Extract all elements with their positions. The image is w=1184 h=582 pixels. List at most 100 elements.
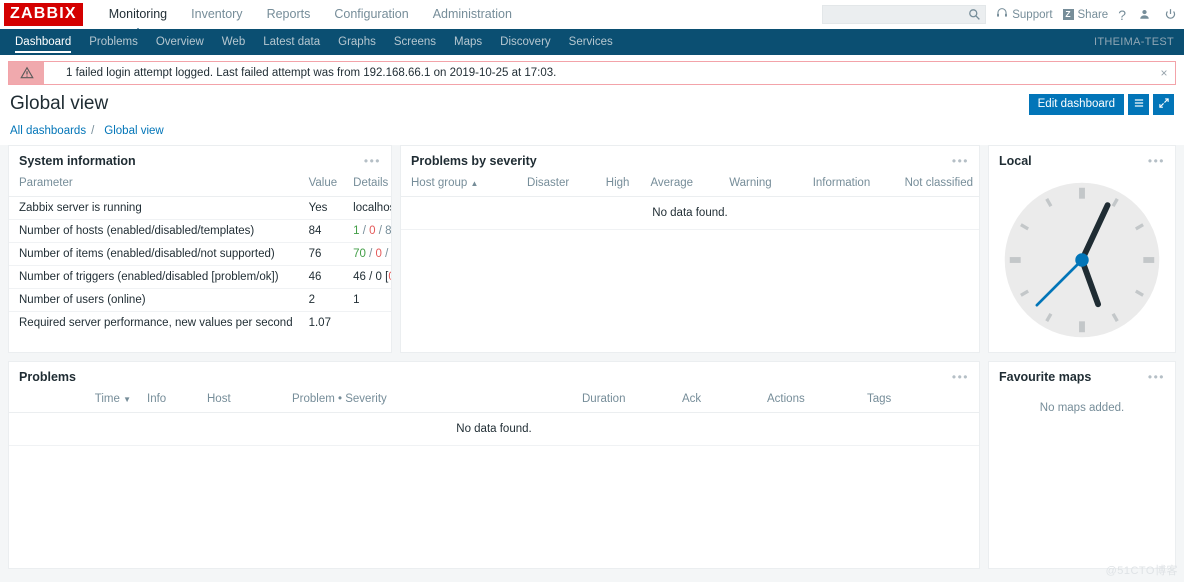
widget-title: Problems by severity [411,154,537,168]
widget-menu-icon[interactable]: ••• [364,156,381,166]
widget-header: System information ••• [9,146,391,174]
breadcrumb-global-view[interactable]: Global view [99,123,168,139]
column-warning[interactable]: Warning [719,174,802,197]
search-input[interactable] [823,6,985,23]
column-problem-severity[interactable]: Problem • Severity [282,390,572,413]
column-actions[interactable]: Actions [757,390,857,413]
search-icon [968,8,981,21]
support-label: Support [1012,9,1052,21]
message-text: 1 failed login attempt logged. Last fail… [44,62,1153,84]
widget-local-clock: Local ••• [988,145,1176,353]
cell-parameter: Zabbix server is running [9,197,299,220]
support-link[interactable]: Support [996,7,1052,22]
widget-problems-by-severity: Problems by severity ••• Host group ▲ Di… [400,145,980,353]
dashboard-row-bottom: Problems ••• Time ▼ Info Host [8,361,1176,569]
top-bar-actions: Support Z Share ? [822,0,1178,29]
breadcrumb-all-dashboards[interactable]: All dashboards [10,125,86,137]
column-high[interactable]: High [596,174,641,197]
cell-parameter: Required server performance, new values … [9,312,299,335]
main-menu-item-inventory[interactable]: Inventory [179,0,254,29]
subnav-item-discovery[interactable]: Discovery [491,29,559,55]
detail-segment: / [376,225,386,237]
empty-message: No data found. [401,197,979,230]
clock-center-dot [1075,253,1088,266]
global-search[interactable] [822,5,986,24]
detail-segment: 83 [385,225,391,237]
column-ack[interactable]: Ack [672,390,757,413]
header-actions: Edit dashboard [1029,94,1174,115]
breadcrumb: All dashboards / Global view [0,119,1184,145]
column-host-group[interactable]: Host group ▲ [401,174,517,197]
sort-ascending-icon: ▲ [470,179,478,188]
subnav-item-screens[interactable]: Screens [385,29,445,55]
table-row: Required server performance, new values … [9,312,391,335]
problems-body: No data found. [9,413,979,446]
close-icon[interactable]: × [1153,62,1175,84]
subnav-item-overview[interactable]: Overview [147,29,213,55]
detail-segment: 46 / 0 [ [353,271,388,283]
empty-row: No data found. [401,197,979,230]
subnav-item-problems[interactable]: Problems [80,29,147,55]
column-tags[interactable]: Tags [857,390,979,413]
warning-icon-container [9,62,44,84]
top-navigation-bar: ZABBIX Monitoring Inventory Reports Conf… [0,0,1184,29]
widget-menu-icon[interactable]: ••• [952,372,969,382]
sign-out-icon[interactable] [1162,7,1178,23]
detail-segment: localhost:10051 [353,202,391,214]
help-icon[interactable]: ? [1118,8,1126,22]
cell-parameter: Number of users (online) [9,289,299,312]
column-not-classified[interactable]: Not classified [895,174,979,197]
widget-header: Problems ••• [9,362,979,390]
widget-menu-icon[interactable]: ••• [1148,372,1165,382]
subnav-item-maps[interactable]: Maps [445,29,491,55]
table-row: Number of hosts (enabled/disabled/templa… [9,220,391,243]
share-link[interactable]: Z Share [1063,9,1109,21]
problems-table: Time ▼ Info Host Problem • Severity Dura… [9,390,979,446]
widget-system-information: System information ••• Parameter Value D… [8,145,392,353]
column-info[interactable]: Info [137,390,197,413]
user-profile-icon[interactable] [1136,7,1152,23]
table-header-row: Time ▼ Info Host Problem • Severity Dura… [9,390,979,413]
subnav-item-dashboard[interactable]: Dashboard [6,29,80,55]
widget-body [989,174,1175,352]
column-duration[interactable]: Duration [572,390,672,413]
column-information[interactable]: Information [803,174,895,197]
subnav-item-graphs[interactable]: Graphs [329,29,385,55]
widget-menu-icon[interactable]: ••• [1148,156,1165,166]
dashboard-menu-button[interactable] [1128,94,1149,115]
subnav-item-services[interactable]: Services [560,29,622,55]
widget-body: Parameter Value Details Zabbix server is… [9,174,391,352]
zabbix-logo[interactable]: ZABBIX [4,3,83,26]
column-host[interactable]: Host [197,390,282,413]
fullscreen-button[interactable] [1153,94,1174,115]
column-time[interactable]: Time ▼ [9,390,137,413]
widget-header: Favourite maps ••• [989,362,1175,390]
column-average[interactable]: Average [640,174,719,197]
empty-row: No data found. [9,413,979,446]
empty-message: No maps added. [989,390,1175,426]
widget-body: No maps added. [989,390,1175,568]
cell-value: Yes [299,197,344,220]
main-menu-item-reports[interactable]: Reports [255,0,323,29]
cell-value: 84 [299,220,344,243]
widget-problems: Problems ••• Time ▼ Info Host [8,361,980,569]
detail-segment: 0 [388,271,391,283]
subnav-item-latest-data[interactable]: Latest data [254,29,329,55]
subnav-item-web[interactable]: Web [213,29,254,55]
widget-menu-icon[interactable]: ••• [952,156,969,166]
system-information-table: Parameter Value Details Zabbix server is… [9,174,391,334]
cell-value: 1.07 [299,312,344,335]
widget-header: Problems by severity ••• [401,146,979,174]
edit-dashboard-button[interactable]: Edit dashboard [1029,94,1124,115]
cell-parameter: Number of triggers (enabled/disabled [pr… [9,266,299,289]
main-menu: Monitoring Inventory Reports Configurati… [97,0,524,29]
table-row: Number of items (enabled/disabled/not su… [9,243,391,266]
main-menu-item-administration[interactable]: Administration [421,0,524,29]
widget-title: Problems [19,370,76,384]
widget-title: Local [999,154,1032,168]
cell-value: 76 [299,243,344,266]
main-menu-item-monitoring[interactable]: Monitoring [97,0,179,29]
column-disaster[interactable]: Disaster [517,174,596,197]
main-menu-item-configuration[interactable]: Configuration [322,0,420,29]
problems-by-severity-table: Host group ▲ Disaster High Average Warni… [401,174,979,230]
